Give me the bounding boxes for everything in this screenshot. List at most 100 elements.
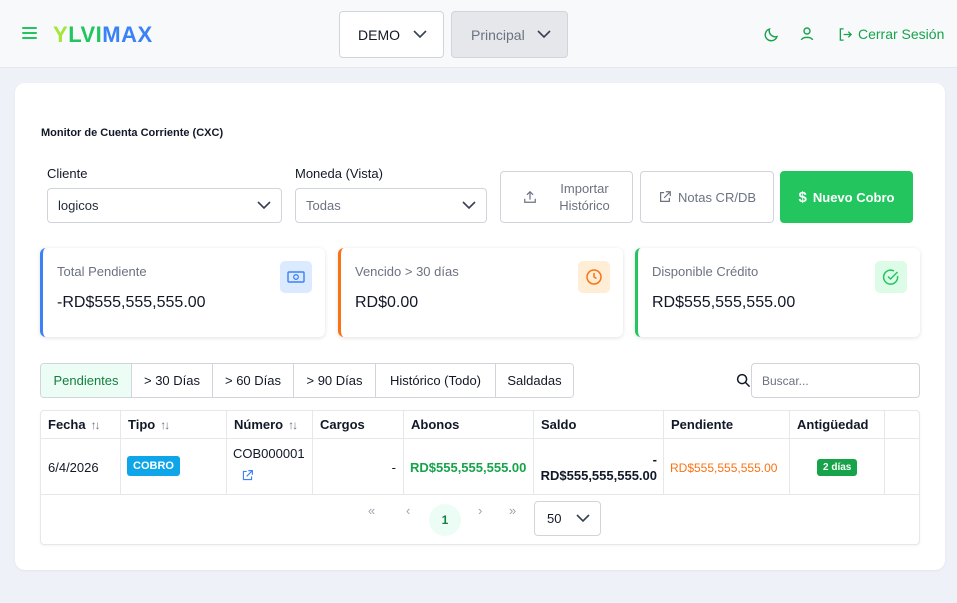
- client-select[interactable]: logicos: [47, 188, 282, 223]
- logo-part-2: LVI: [68, 22, 103, 47]
- sort-icon: ↑↓: [90, 417, 101, 432]
- column-label: Abonos: [411, 417, 460, 432]
- column-header-cargos: Cargos: [313, 411, 404, 439]
- top-bar: YLVIMAX DEMO Principal Cerrar Sesión: [0, 0, 957, 68]
- main-card: Monitor de Cuenta Corriente (CXC) Client…: [15, 83, 945, 570]
- stat-total-pending: Total Pendiente -RD$555,555,555.00: [40, 248, 325, 337]
- upload-icon: [524, 190, 537, 203]
- table-row-cell-antiguedad: 2 días: [790, 439, 885, 495]
- logout-icon: [839, 27, 853, 41]
- logout-button[interactable]: Cerrar Sesión: [838, 26, 944, 42]
- notes-cr-db-label: Notas CR/DB: [677, 189, 757, 205]
- chevron-down-icon: [413, 30, 427, 39]
- column-label: Fecha: [48, 417, 86, 432]
- clock-icon: [578, 261, 610, 293]
- chevron-down-icon: [537, 30, 551, 39]
- tab-saldadas[interactable]: Saldadas: [496, 364, 573, 397]
- per-page-value: 50: [547, 511, 562, 526]
- stat-available-credit: Disponible Crédito RD$555,555,555.00: [635, 248, 920, 337]
- column-header-numero[interactable]: Número ↑↓: [227, 411, 313, 439]
- chevron-down-icon: [257, 201, 271, 210]
- column-label: Antigüedad: [797, 417, 869, 432]
- import-history-button[interactable]: Importar Histórico: [500, 171, 633, 223]
- stat-value: -RD$555,555,555.00: [57, 294, 206, 311]
- cell-numero: COB000001: [233, 446, 305, 461]
- page-number-current[interactable]: 1: [429, 504, 461, 536]
- new-payment-button[interactable]: $ Nuevo Cobro: [780, 171, 913, 223]
- import-history-line-1: Importar: [560, 181, 609, 196]
- cell-pendiente: RD$555,555,555.00: [670, 461, 778, 475]
- sort-icon: ↑↓: [288, 417, 298, 432]
- dollar-icon: $: [798, 188, 807, 206]
- user-icon[interactable]: [799, 26, 815, 42]
- stat-label: Total Pendiente: [57, 264, 147, 279]
- stat-label: Disponible Crédito: [652, 264, 759, 279]
- per-page-select[interactable]: 50: [534, 501, 601, 536]
- cell-fecha: 6/4/2026: [48, 460, 99, 475]
- tab-90-dias[interactable]: > 90 Días: [294, 364, 376, 397]
- filter-tabs: Pendientes > 30 Días > 60 Días > 90 Días…: [40, 363, 574, 398]
- table-row-cell-pendiente: RD$555,555,555.00: [664, 439, 790, 495]
- new-payment-label: Nuevo Cobro: [812, 189, 895, 205]
- type-badge: COBRO: [127, 456, 180, 476]
- logo-part-1: Y: [53, 22, 69, 47]
- stat-value: RD$555,555,555.00: [652, 294, 796, 311]
- logout-label: Cerrar Sesión: [858, 26, 945, 42]
- column-label: Cargos: [320, 417, 365, 432]
- logo-part-3: MAX: [102, 22, 153, 47]
- currency-select-value: Todas: [306, 198, 341, 213]
- cell-saldo-sign: -: [652, 452, 657, 467]
- table-row-cell-saldo: - RD$555,555,555.00: [534, 439, 664, 495]
- stat-overdue: Vencido > 30 días RD$0.00: [338, 248, 623, 337]
- search-input[interactable]: [751, 363, 920, 398]
- notes-cr-db-button[interactable]: Notas CR/DB: [640, 171, 774, 223]
- table-row-cell-abonos: RD$555,555,555.00: [404, 439, 534, 495]
- table-row-cell-numero: COB000001: [227, 439, 313, 495]
- column-header-abonos: Abonos: [404, 411, 534, 439]
- branch-select[interactable]: Principal: [451, 11, 568, 58]
- tab-30-dias[interactable]: > 30 Días: [132, 364, 213, 397]
- tab-historico[interactable]: Histórico (Todo): [376, 364, 496, 397]
- tab-60-dias[interactable]: > 60 Días: [213, 364, 294, 397]
- moon-icon[interactable]: [764, 26, 780, 42]
- money-icon: [280, 261, 312, 293]
- currency-label: Moneda (Vista): [295, 166, 383, 181]
- column-label: Saldo: [541, 417, 577, 432]
- check-circle-icon: [875, 261, 907, 293]
- column-label: Tipo: [128, 417, 156, 432]
- column-label: Pendiente: [671, 417, 734, 432]
- table-row-cell-tipo: COBRO: [121, 439, 227, 495]
- search-icon: [736, 373, 751, 388]
- column-header-pendiente: Pendiente: [664, 411, 790, 439]
- table-row-cell-cargos: -: [313, 439, 404, 495]
- company-select[interactable]: DEMO: [339, 11, 444, 58]
- external-link-icon[interactable]: [241, 469, 254, 482]
- column-header-antiguedad: Antigüedad: [790, 411, 885, 439]
- previous-page-icon[interactable]: ‹: [406, 503, 410, 518]
- column-header-fecha[interactable]: Fecha ↑↓: [41, 411, 121, 439]
- column-header-tipo[interactable]: Tipo ↑↓: [121, 411, 227, 439]
- branch-select-value: Principal: [471, 26, 525, 43]
- cell-cargos: -: [391, 460, 396, 475]
- currency-select[interactable]: Todas: [295, 188, 487, 223]
- client-label: Cliente: [47, 166, 88, 181]
- stat-value: RD$0.00: [355, 294, 419, 311]
- external-link-icon: [659, 191, 671, 202]
- cell-saldo: RD$555,555,555.00: [540, 468, 657, 483]
- menu-icon[interactable]: [22, 27, 37, 39]
- chevron-down-icon: [462, 201, 476, 210]
- table-row-cell-fecha: 6/4/2026: [41, 439, 121, 495]
- tab-pendientes[interactable]: Pendientes: [41, 364, 132, 397]
- column-header-actions: [885, 411, 919, 439]
- stat-label: Vencido > 30 días: [355, 264, 459, 279]
- import-history-line-2: Histórico: [559, 198, 610, 213]
- app-logo: YLVIMAX: [53, 22, 153, 48]
- cell-abonos: RD$555,555,555.00: [410, 460, 527, 475]
- client-select-value: logicos: [58, 198, 99, 213]
- first-page-icon[interactable]: «: [368, 503, 375, 518]
- company-select-value: DEMO: [358, 26, 400, 43]
- page-title: Monitor de Cuenta Corriente (CXC): [41, 127, 224, 139]
- last-page-icon[interactable]: »: [509, 503, 516, 518]
- next-page-icon[interactable]: ›: [478, 503, 482, 518]
- column-label: Número: [234, 417, 284, 432]
